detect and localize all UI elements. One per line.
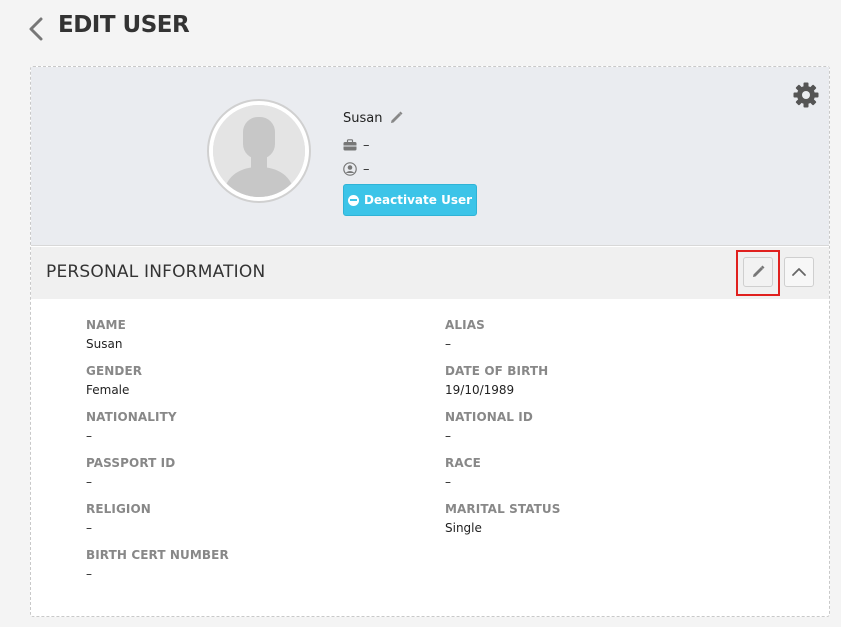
personal-info-header: PERSONAL INFORMATION <box>31 247 829 299</box>
field-value: Female <box>86 383 130 397</box>
field-label: RACE <box>445 456 481 470</box>
field-value: Single <box>445 521 482 535</box>
field-birth-cert-number: BIRTH CERT NUMBER – <box>86 547 406 582</box>
avatar-placeholder-icon <box>213 105 305 197</box>
field-nationality: NATIONALITY – <box>86 409 406 444</box>
field-label: ALIAS <box>445 318 485 332</box>
field-label: NATIONAL ID <box>445 410 533 424</box>
job-title-row: – <box>343 137 370 153</box>
field-value: – <box>445 429 451 443</box>
user-name: Susan <box>343 110 383 126</box>
user-circle-icon <box>343 162 357 176</box>
deactivate-label: Deactivate User <box>363 193 473 207</box>
field-race: RACE – <box>445 455 765 490</box>
briefcase-icon <box>343 139 357 151</box>
field-value: Susan <box>86 337 123 351</box>
job-title-value: – <box>363 137 370 153</box>
field-value: 19/10/1989 <box>445 383 515 397</box>
field-gender: GENDER Female <box>86 363 406 398</box>
chevron-up-icon <box>792 268 806 276</box>
field-religion: RELIGION – <box>86 501 406 536</box>
field-alias: ALIAS – <box>445 317 765 352</box>
field-value: – <box>86 429 92 443</box>
field-marital-status: MARITAL STATUS Single <box>445 501 765 536</box>
section-title: PERSONAL INFORMATION <box>46 262 266 282</box>
pencil-icon <box>753 265 765 277</box>
minus-circle-icon <box>347 194 359 206</box>
collapse-section-button[interactable] <box>784 257 814 287</box>
field-value: – <box>86 567 92 581</box>
field-label: NATIONALITY <box>86 410 177 424</box>
field-label: BIRTH CERT NUMBER <box>86 548 229 562</box>
edit-personal-info-button[interactable] <box>743 257 773 287</box>
field-value: – <box>445 337 451 351</box>
chevron-left-icon[interactable] <box>26 16 48 42</box>
page-title: EDIT USER <box>58 12 190 38</box>
field-date-of-birth: DATE OF BIRTH 19/10/1989 <box>445 363 765 398</box>
field-national-id: NATIONAL ID – <box>445 409 765 444</box>
field-name: NAME Susan <box>86 317 406 352</box>
field-value: – <box>86 475 92 489</box>
field-label: GENDER <box>86 364 143 378</box>
field-label: DATE OF BIRTH <box>445 364 549 378</box>
field-label: PASSPORT ID <box>86 456 176 470</box>
field-value: – <box>445 475 451 489</box>
avatar <box>207 99 311 203</box>
role-value: – <box>363 161 370 177</box>
user-card: Susan – – Deactivate User PERSONAL INFOR… <box>30 66 830 617</box>
field-label: RELIGION <box>86 502 151 516</box>
profile-section: Susan – – Deactivate User <box>31 67 829 246</box>
deactivate-user-button[interactable]: Deactivate User <box>343 184 477 216</box>
field-passport-id: PASSPORT ID – <box>86 455 406 490</box>
page-header: EDIT USER <box>0 0 841 60</box>
field-label: NAME <box>86 318 126 332</box>
user-name-row: Susan <box>343 109 404 127</box>
gear-icon[interactable] <box>792 81 820 109</box>
field-value: – <box>86 521 92 535</box>
field-label: MARITAL STATUS <box>445 502 561 516</box>
pencil-icon[interactable] <box>388 110 404 126</box>
role-row: – <box>343 161 370 177</box>
